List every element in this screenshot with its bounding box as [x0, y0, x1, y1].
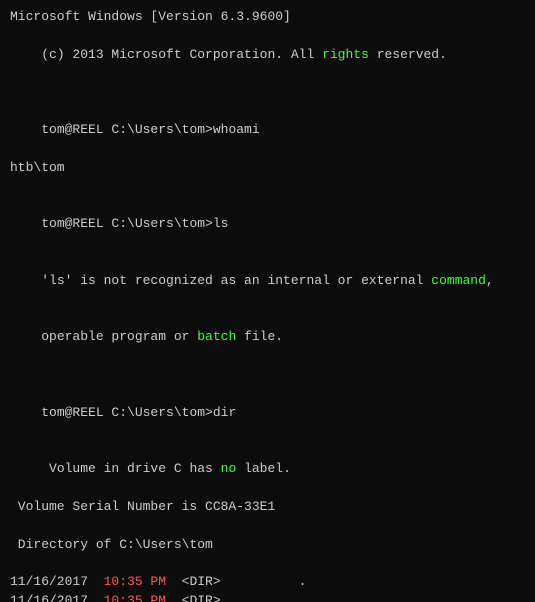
vol-label-1: Volume in drive C has	[41, 461, 220, 476]
prompt-dir-line: tom@REEL C:\Users\tom>dir	[10, 385, 525, 442]
directory-of-line: Directory of C:\Users\tom	[10, 536, 525, 555]
command-keyword: command	[431, 273, 486, 288]
header-line-2: (c) 2013 Microsoft Corporation. All righ…	[10, 27, 525, 84]
header-reserved: reserved.	[369, 47, 447, 62]
blank-1	[10, 83, 525, 102]
table-row: 11/16/2017 10:35 PM <DIR> ..	[10, 592, 525, 602]
rights-keyword: rights	[322, 47, 369, 62]
header-copyright: (c) 2013 Microsoft Corporation. All	[41, 47, 322, 62]
prompt-ls-line: tom@REEL C:\Users\tom>ls	[10, 196, 525, 253]
prompt-ls: tom@REEL C:\Users\tom>ls	[41, 216, 228, 231]
volume-serial-line: Volume Serial Number is CC8A-33E1	[10, 498, 525, 517]
terminal-window: Microsoft Windows [Version 6.3.9600] (c)…	[0, 0, 535, 602]
entry-name: ..	[299, 593, 315, 602]
ls-error-quote: 'ls' is not recognized as an internal or…	[41, 273, 431, 288]
table-row: 11/16/2017 10:35 PM <DIR> .	[10, 573, 525, 592]
entry-time: 10:35 PM	[104, 574, 182, 589]
blank-2	[10, 178, 525, 197]
entry-type: <DIR>	[182, 593, 299, 602]
entry-time: 10:35 PM	[104, 593, 182, 602]
blank-4	[10, 517, 525, 536]
entry-date: 11/16/2017	[10, 593, 104, 602]
whoami-result: htb\tom	[10, 159, 525, 178]
prompt-whoami-line: tom@REEL C:\Users\tom>whoami	[10, 102, 525, 159]
entry-date: 11/16/2017	[10, 574, 104, 589]
directory-entries: 11/16/2017 10:35 PM <DIR> .11/16/2017 10…	[10, 573, 525, 602]
blank-3	[10, 366, 525, 385]
no-keyword: no	[221, 461, 237, 476]
ls-error-comma: ,	[486, 273, 494, 288]
prompt-whoami: tom@REEL C:\Users\tom>whoami	[41, 122, 259, 137]
ls-error-line-1: 'ls' is not recognized as an internal or…	[10, 253, 525, 310]
entry-name: .	[299, 574, 307, 589]
header-line-1: Microsoft Windows [Version 6.3.9600]	[10, 8, 525, 27]
vol-label-2: label.	[236, 461, 291, 476]
batch-keyword: batch	[197, 329, 236, 344]
entry-type: <DIR>	[182, 574, 299, 589]
ls-error-line-2: operable program or batch file.	[10, 310, 525, 367]
ls-error-file: file.	[236, 329, 283, 344]
volume-label-line: Volume in drive C has no label.	[10, 441, 525, 498]
blank-5	[10, 554, 525, 573]
prompt-dir: tom@REEL C:\Users\tom>dir	[41, 405, 236, 420]
ls-error-operable: operable program or	[41, 329, 197, 344]
